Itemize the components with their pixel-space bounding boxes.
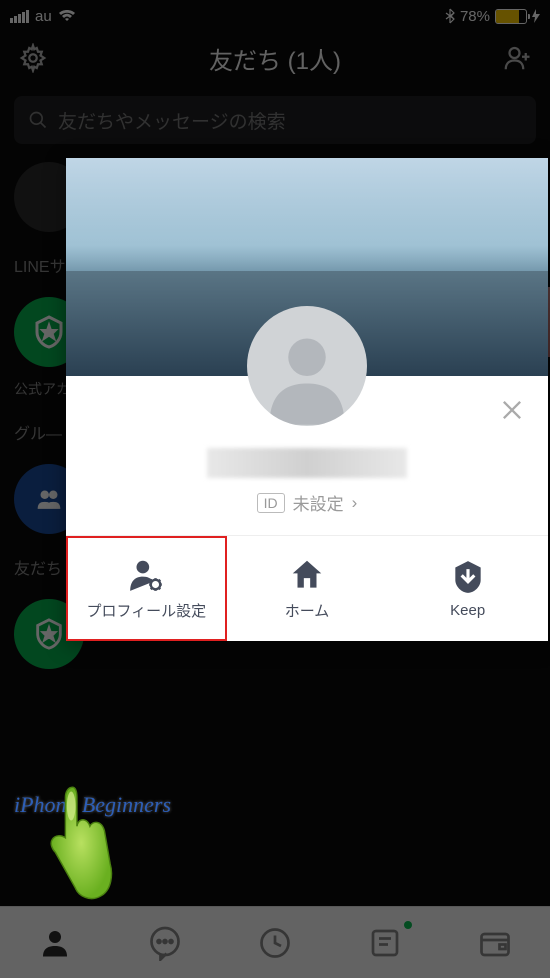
id-status: 未設定 xyxy=(293,490,344,515)
profile-settings-button[interactable]: プロフィール設定 xyxy=(66,536,227,641)
modal-action-bar: プロフィール設定 ホーム Keep xyxy=(66,535,548,641)
chevron-right-icon: › xyxy=(352,493,358,513)
close-button[interactable] xyxy=(494,392,530,428)
profile-settings-label: プロフィール設定 xyxy=(86,600,206,621)
avatar[interactable] xyxy=(247,306,367,426)
id-badge: ID xyxy=(257,493,285,513)
profile-modal: ID 未設定 › プロフィール設定 ホーム Keep xyxy=(66,158,548,641)
profile-settings-icon xyxy=(127,556,165,594)
username-blurred xyxy=(207,448,407,478)
id-settings-row[interactable]: ID 未設定 › xyxy=(66,490,548,515)
keep-icon xyxy=(449,558,487,596)
home-button[interactable]: ホーム xyxy=(227,536,388,641)
home-icon xyxy=(288,556,326,594)
pointer-hand-annotation xyxy=(28,780,123,910)
home-label: ホーム xyxy=(285,600,330,621)
keep-button[interactable]: Keep xyxy=(387,536,548,641)
keep-label: Keep xyxy=(450,602,485,619)
